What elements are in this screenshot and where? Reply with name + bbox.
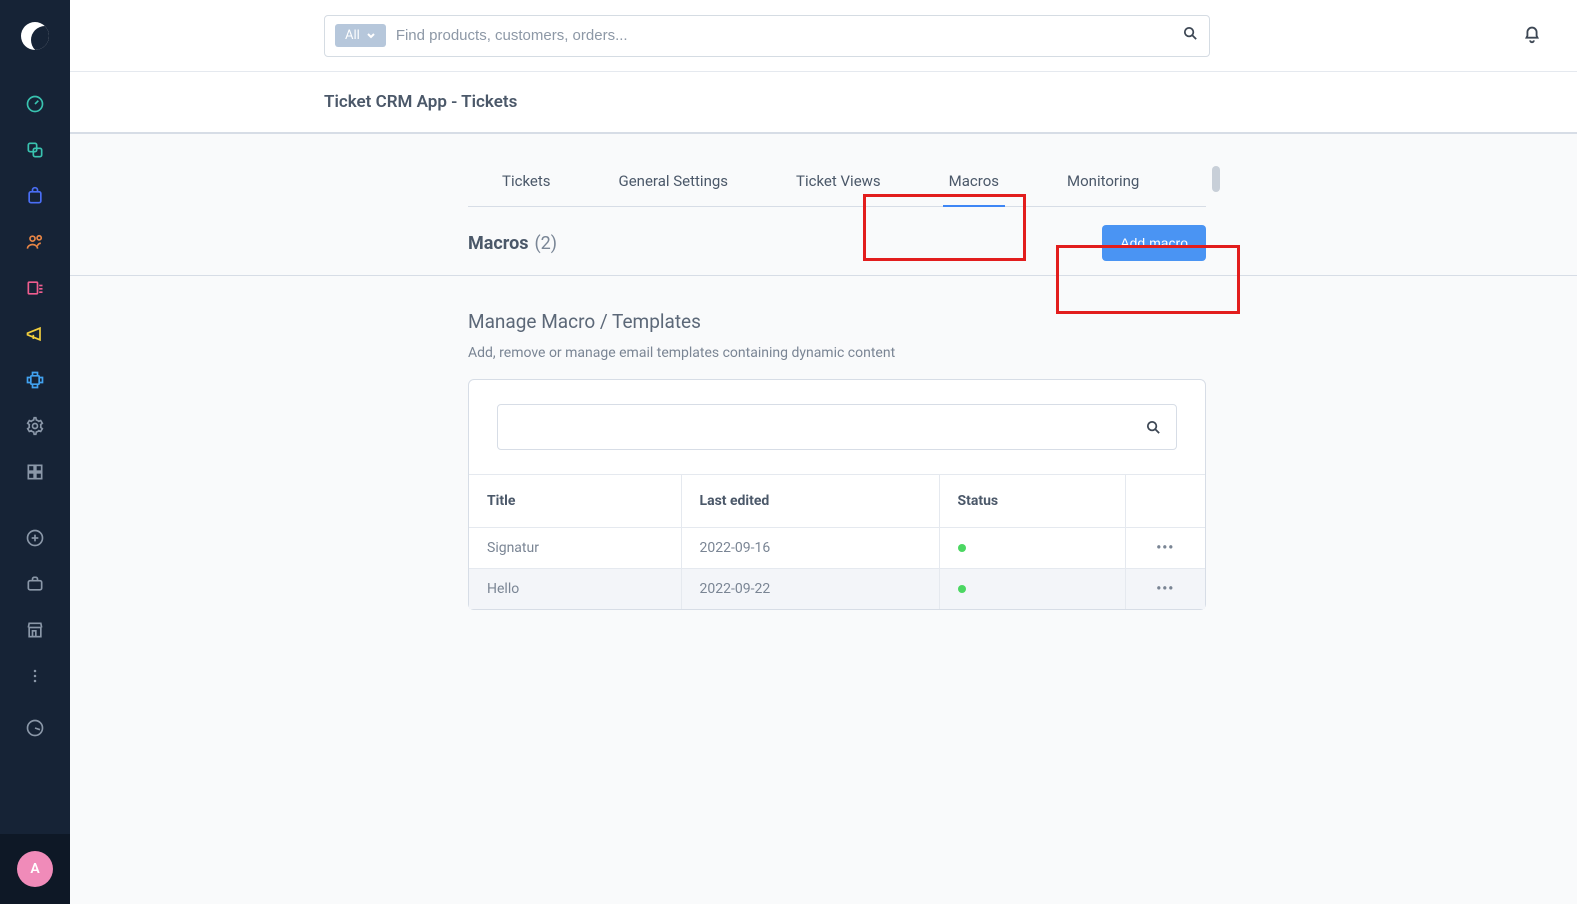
section-subtitle: Add, remove or manage email templates co… (468, 345, 1206, 361)
tab-monitoring[interactable]: Monitoring (1033, 172, 1173, 206)
sidebar-item-settings[interactable] (0, 404, 70, 448)
status-dot-icon (958, 544, 966, 552)
marketing-icon (25, 324, 45, 344)
add-macro-button[interactable]: Add macro (1102, 225, 1206, 261)
row-actions-button[interactable]: ••• (1125, 569, 1205, 610)
sidebar-item-customers[interactable] (0, 220, 70, 264)
search-icon (1182, 25, 1199, 42)
tab-general-settings[interactable]: General Settings (585, 172, 763, 206)
orders-icon (25, 186, 45, 206)
topbar: All (70, 0, 1577, 72)
apps-icon (25, 462, 45, 482)
sidebar-item-apps[interactable] (0, 450, 70, 494)
cell-title: Hello (469, 569, 681, 610)
subheader-title: Macros (468, 233, 529, 254)
sidebar-item-catalog[interactable] (0, 128, 70, 172)
main: All Ticket CRM App - Tickets Tickets Gen… (70, 0, 1577, 904)
sidebar-item-marketing[interactable] (0, 312, 70, 356)
row-actions-button[interactable]: ••• (1125, 528, 1205, 569)
col-header-status[interactable]: Status (939, 475, 1125, 528)
table-row[interactable]: Signatur 2022-09-16 ••• (469, 528, 1205, 569)
app-logo[interactable] (0, 0, 70, 72)
add-icon (25, 528, 45, 548)
cell-last-edited: 2022-09-16 (681, 528, 939, 569)
search-input[interactable] (396, 27, 1172, 44)
table-header-row: Title Last edited Status (469, 475, 1205, 528)
macros-section: Manage Macro / Templates Add, remove or … (468, 276, 1206, 610)
page-title: Ticket CRM App - Tickets (324, 92, 517, 112)
search-button[interactable] (1182, 25, 1199, 46)
content: Tickets General Settings Ticket Views Ma… (70, 134, 1577, 904)
sidebar-item-briefcase[interactable] (0, 562, 70, 606)
global-search[interactable]: All (324, 15, 1210, 57)
settings-icon (25, 416, 45, 436)
sidebar-nav (0, 72, 70, 698)
briefcase-icon (25, 574, 45, 594)
cell-title: Signatur (469, 528, 681, 569)
subheader-count: (2) (535, 233, 558, 254)
subheader: Macros (2) Add macro (468, 207, 1206, 275)
content-icon (25, 278, 45, 298)
table-row[interactable]: Hello 2022-09-22 ••• (469, 569, 1205, 610)
sidebar-item-store[interactable] (0, 608, 70, 652)
help-icon (25, 718, 45, 738)
sidebar-item-more[interactable] (0, 654, 70, 698)
dashboard-icon (25, 94, 45, 114)
chevron-down-icon (366, 31, 376, 41)
macros-search[interactable] (497, 404, 1177, 450)
extensions-icon (25, 370, 45, 390)
bell-icon (1521, 23, 1543, 45)
sidebar-item-dashboard[interactable] (0, 82, 70, 126)
tab-tickets[interactable]: Tickets (468, 172, 585, 206)
sidebar-item-content[interactable] (0, 266, 70, 310)
tabs: Tickets General Settings Ticket Views Ma… (468, 172, 1206, 207)
sidebar-item-add[interactable] (0, 516, 70, 560)
avatar: A (17, 851, 53, 887)
tab-ticket-views[interactable]: Ticket Views (762, 172, 915, 206)
tab-macros[interactable]: Macros (915, 172, 1033, 206)
user-section[interactable]: A (0, 834, 70, 904)
macros-search-input[interactable] (512, 419, 1145, 436)
search-filter-label: All (345, 28, 360, 43)
store-icon (25, 620, 45, 640)
cell-status (939, 569, 1125, 610)
sidebar-item-extensions[interactable] (0, 358, 70, 402)
section-title: Manage Macro / Templates (468, 310, 1206, 333)
notifications-button[interactable] (1521, 23, 1543, 49)
search-icon (1145, 419, 1162, 436)
macros-table: Title Last edited Status Signatur 2022-0… (469, 474, 1205, 609)
sidebar: A (0, 0, 70, 904)
more-icon (25, 666, 45, 686)
tab-scroll-handle[interactable] (1212, 166, 1220, 192)
catalog-icon (25, 140, 45, 160)
col-header-last-edited[interactable]: Last edited (681, 475, 939, 528)
status-dot-icon (958, 585, 966, 593)
sidebar-item-help[interactable] (0, 698, 70, 758)
page-header: Ticket CRM App - Tickets (70, 72, 1577, 134)
sidebar-item-orders[interactable] (0, 174, 70, 218)
search-filter-pill[interactable]: All (335, 24, 386, 47)
cell-status (939, 528, 1125, 569)
customers-icon (25, 232, 45, 252)
cell-last-edited: 2022-09-22 (681, 569, 939, 610)
col-header-actions (1125, 475, 1205, 528)
col-header-title[interactable]: Title (469, 475, 681, 528)
macros-card: Title Last edited Status Signatur 2022-0… (468, 379, 1206, 610)
